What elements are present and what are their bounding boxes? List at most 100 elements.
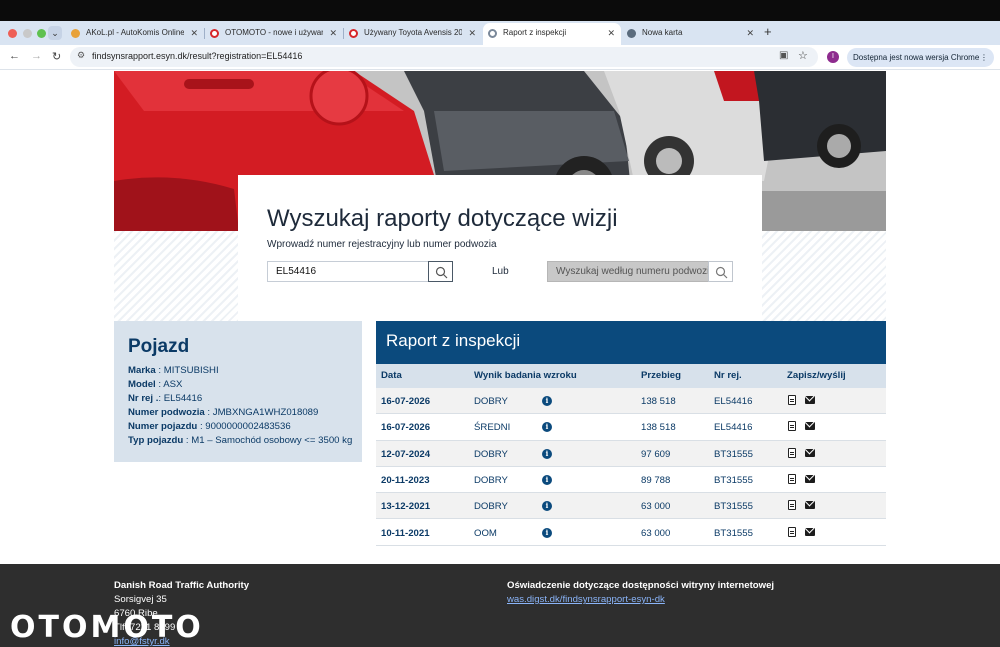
minimize-window-button[interactable] xyxy=(23,29,32,38)
tab-toyota[interactable]: Używany Toyota Avensis 2016 ✕ xyxy=(344,23,482,45)
bookmark-star-icon[interactable]: ☆ xyxy=(798,49,808,62)
back-arrow-icon[interactable]: ← xyxy=(9,50,20,62)
table-row: 16-07-2026 DOBRY i 138 518 EL54416 xyxy=(376,388,886,415)
row-mileage: 138 518 xyxy=(641,422,676,434)
row-result: DOBRY xyxy=(474,448,508,460)
row-result: DOBRY xyxy=(474,396,508,407)
info-icon[interactable]: i xyxy=(542,527,552,538)
table-row: 20-11-2023 DOBRY i 89 788 BT31555 xyxy=(376,466,886,494)
table-row: 10-11-2021 OOM i 63 000 BT31555 xyxy=(376,519,886,546)
akol-favicon-icon xyxy=(71,29,80,38)
pdf-download-icon[interactable] xyxy=(788,526,796,537)
reload-icon[interactable]: ↻ xyxy=(52,50,61,63)
close-tab-icon[interactable]: ✕ xyxy=(746,23,754,43)
mail-icon[interactable] xyxy=(805,422,815,431)
row-reg: BT31555 xyxy=(714,448,753,460)
pdf-download-icon[interactable] xyxy=(788,500,796,511)
pdf-download-icon[interactable] xyxy=(788,473,796,484)
registration-search-button[interactable] xyxy=(428,261,453,282)
pdf-download-icon[interactable] xyxy=(788,421,796,432)
row-date: 16-07-2026 xyxy=(381,422,431,434)
field-label: Typ pojazdu xyxy=(128,435,184,446)
tab-search-icon[interactable]: ⌄ xyxy=(48,26,62,40)
vehicle-field-reg: Nr rej .: EL54416 xyxy=(128,393,203,404)
field-label: Numer pojazdu xyxy=(128,421,198,432)
footer-street: Sorsigvej 35 xyxy=(114,594,167,605)
translate-icon[interactable]: ▣ xyxy=(779,50,788,61)
report-header: Raport z inspekcji xyxy=(376,321,886,364)
row-mileage: 138 518 xyxy=(641,396,676,407)
info-icon[interactable]: i xyxy=(542,501,552,512)
tab-raport[interactable]: Raport z inspekcji ✕ xyxy=(483,23,621,45)
close-tab-icon[interactable]: ✕ xyxy=(190,23,198,43)
footer-org: Danish Road Traffic Authority xyxy=(114,580,250,591)
info-icon[interactable]: i xyxy=(542,448,552,459)
otomoto-favicon-icon xyxy=(349,29,358,38)
url-text[interactable]: findsynsrapport.esyn.dk/result?registrat… xyxy=(92,51,302,61)
profile-avatar[interactable]: I xyxy=(827,51,839,63)
row-mileage: 63 000 xyxy=(641,501,671,513)
table-row: 16-07-2026 ŚREDNI i 138 518 EL54416 xyxy=(376,414,886,441)
info-icon[interactable]: i xyxy=(542,422,552,433)
search-icon xyxy=(435,266,448,279)
vin-search-button[interactable] xyxy=(708,261,733,282)
field-value: EL54416 xyxy=(163,393,203,404)
registration-input[interactable] xyxy=(267,261,428,282)
row-mileage: 89 788 xyxy=(641,474,671,486)
search-subtitle: Wprowadź numer rejestracyjny lub numer p… xyxy=(267,239,497,250)
tab-otomoto[interactable]: OTOMOTO - nowe i używane ✕ xyxy=(205,23,343,45)
search-icon xyxy=(715,266,728,279)
vin-search-input[interactable] xyxy=(547,261,708,282)
url-box[interactable]: ⚙ findsynsrapport.esyn.dk/result?registr… xyxy=(70,47,818,67)
row-result: OOM xyxy=(474,527,497,539)
vehicle-field-model: Model : ASX xyxy=(128,379,183,390)
footer-accessibility-link[interactable]: was.digst.dk/findsynsrapport-esyn-dk xyxy=(507,594,665,605)
more-menu-icon[interactable]: ⋮ xyxy=(980,48,988,67)
close-tab-icon[interactable]: ✕ xyxy=(607,23,615,43)
site-favicon-icon xyxy=(488,29,497,38)
info-icon[interactable]: i xyxy=(542,474,552,485)
mail-icon[interactable] xyxy=(805,474,815,483)
table-row: 12-07-2024 DOBRY i 97 609 BT31555 xyxy=(376,440,886,467)
field-value: MITSUBISHI xyxy=(163,365,219,376)
new-tab-plus-icon[interactable]: + xyxy=(764,24,772,39)
footer-accessibility-title: Oświadczenie dotyczące dostępności witry… xyxy=(507,580,775,591)
row-result: DOBRY xyxy=(474,474,508,486)
vehicle-field-type: Typ pojazdu : M1 – Samochód osobowy <= 3… xyxy=(128,435,353,446)
vehicle-panel: Pojazd Marka : MITSUBISHI Model : ASX Nr… xyxy=(114,321,362,462)
top-strip xyxy=(0,0,1000,21)
col-reg: Nr rej. xyxy=(714,370,742,381)
row-date: 16-07-2026 xyxy=(381,396,431,407)
mail-icon[interactable] xyxy=(805,501,815,510)
pdf-download-icon[interactable] xyxy=(788,395,796,405)
forward-arrow-icon[interactable]: → xyxy=(31,50,42,62)
maximize-window-button[interactable] xyxy=(37,29,46,38)
page-title: Wyszukaj raporty dotyczące wizji xyxy=(267,205,618,232)
vehicle-title: Pojazd xyxy=(128,336,190,357)
table-row: 13-12-2021 DOBRY i 63 000 BT31555 xyxy=(376,493,886,520)
chrome-update-button[interactable]: Dostępna jest nowa wersja Chrome ⋮ xyxy=(847,48,994,67)
field-label: Model xyxy=(128,379,156,390)
mail-icon[interactable] xyxy=(805,527,815,536)
row-date: 10-11-2021 xyxy=(381,527,430,539)
close-window-button[interactable] xyxy=(8,29,17,38)
row-date: 12-07-2024 xyxy=(381,448,431,460)
vehicle-field-make: Marka : MITSUBISHI xyxy=(128,365,219,376)
row-reg: BT31555 xyxy=(714,501,753,513)
site-info-icon[interactable]: ⚙ xyxy=(77,50,85,61)
update-label: Dostępna jest nowa wersja Chrome xyxy=(853,53,980,62)
col-result: Wynik badania wzroku xyxy=(474,370,577,381)
pdf-download-icon[interactable] xyxy=(788,447,796,458)
field-value: M1 – Samochód osobowy <= 3500 kg xyxy=(191,435,353,446)
col-date: Data xyxy=(381,370,402,381)
close-tab-icon[interactable]: ✕ xyxy=(329,23,337,43)
close-tab-icon[interactable]: ✕ xyxy=(468,23,476,43)
row-mileage: 63 000 xyxy=(641,527,671,539)
mail-icon[interactable] xyxy=(805,448,815,457)
row-mileage: 97 609 xyxy=(641,448,671,460)
tab-akol[interactable]: AKoL.pl - AutoKomis Online ✕ xyxy=(66,23,204,45)
vehicle-fields: Marka : MITSUBISHI Model : ASX Nr rej .:… xyxy=(128,364,352,448)
mail-icon[interactable] xyxy=(805,396,815,404)
tab-new[interactable]: Nowa karta ✕ xyxy=(622,23,760,45)
info-icon[interactable]: i xyxy=(542,396,552,406)
